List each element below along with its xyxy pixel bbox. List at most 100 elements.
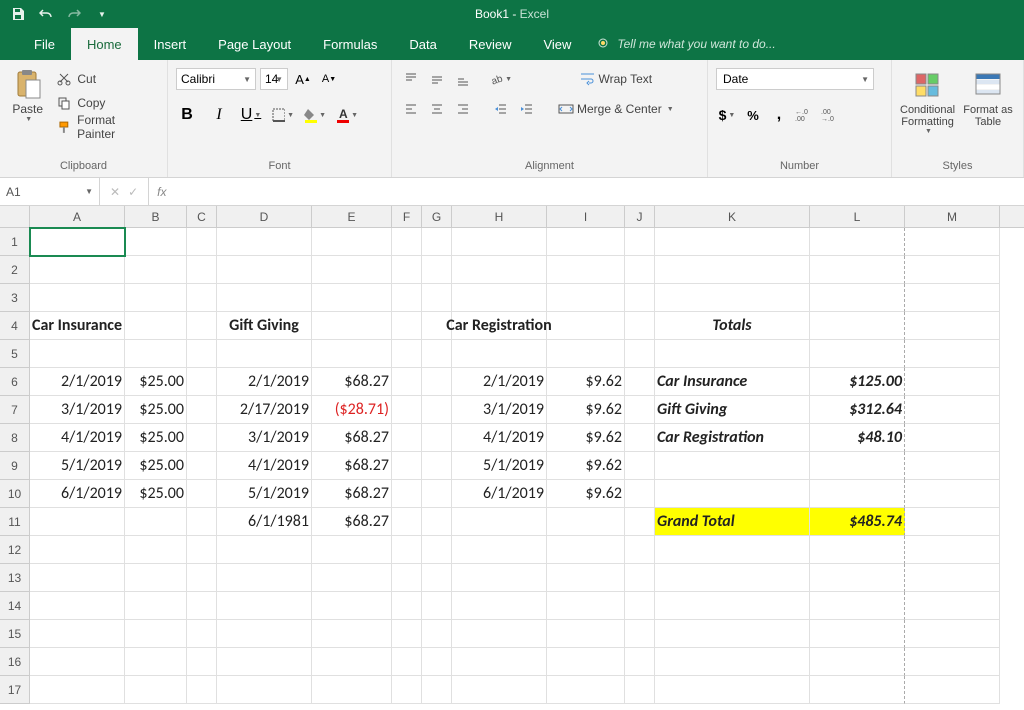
cell-L9[interactable] bbox=[810, 452, 905, 480]
column-header-K[interactable]: K bbox=[655, 206, 810, 227]
cell-F12[interactable] bbox=[392, 536, 422, 564]
column-header-A[interactable]: A bbox=[30, 206, 125, 227]
redo-icon[interactable] bbox=[66, 6, 82, 22]
cell-A5[interactable] bbox=[30, 340, 125, 368]
cell-H8[interactable]: 4/1/2019 bbox=[452, 424, 547, 452]
cell-B4[interactable] bbox=[125, 312, 187, 340]
align-middle-icon[interactable] bbox=[426, 68, 448, 90]
cell-I6[interactable]: $9.62 bbox=[547, 368, 625, 396]
cell-L5[interactable] bbox=[810, 340, 905, 368]
enter-formula-icon[interactable]: ✓ bbox=[128, 185, 138, 199]
cell-B12[interactable] bbox=[125, 536, 187, 564]
cell-H16[interactable] bbox=[452, 648, 547, 676]
cell-K4[interactable]: Totals bbox=[655, 312, 810, 340]
cell-M3[interactable] bbox=[905, 284, 1000, 312]
cell-K12[interactable] bbox=[655, 536, 810, 564]
tab-file[interactable]: File bbox=[18, 28, 71, 60]
cell-M7[interactable] bbox=[905, 396, 1000, 424]
cut-button[interactable]: Cut bbox=[53, 68, 159, 90]
cell-M10[interactable] bbox=[905, 480, 1000, 508]
cell-F8[interactable] bbox=[392, 424, 422, 452]
accounting-button[interactable]: $▼ bbox=[716, 104, 738, 126]
cell-J16[interactable] bbox=[625, 648, 655, 676]
cell-D4[interactable]: Gift Giving bbox=[217, 312, 312, 340]
cell-K6[interactable]: Car Insurance bbox=[655, 368, 810, 396]
cell-I9[interactable]: $9.62 bbox=[547, 452, 625, 480]
cell-I10[interactable]: $9.62 bbox=[547, 480, 625, 508]
number-format-select[interactable]: Date▼ bbox=[716, 68, 874, 90]
cell-E2[interactable] bbox=[312, 256, 392, 284]
cell-A7[interactable]: 3/1/2019 bbox=[30, 396, 125, 424]
cell-C14[interactable] bbox=[187, 592, 217, 620]
cell-B8[interactable]: $25.00 bbox=[125, 424, 187, 452]
cell-B5[interactable] bbox=[125, 340, 187, 368]
cell-J2[interactable] bbox=[625, 256, 655, 284]
row-header-2[interactable]: 2 bbox=[0, 256, 30, 284]
cell-F4[interactable] bbox=[392, 312, 422, 340]
cell-F5[interactable] bbox=[392, 340, 422, 368]
column-header-C[interactable]: C bbox=[187, 206, 217, 227]
cell-G10[interactable] bbox=[422, 480, 452, 508]
cell-J15[interactable] bbox=[625, 620, 655, 648]
cell-E11[interactable]: $68.27 bbox=[312, 508, 392, 536]
cell-C6[interactable] bbox=[187, 368, 217, 396]
cell-I13[interactable] bbox=[547, 564, 625, 592]
cell-K10[interactable] bbox=[655, 480, 810, 508]
cell-F2[interactable] bbox=[392, 256, 422, 284]
cell-H6[interactable]: 2/1/2019 bbox=[452, 368, 547, 396]
cell-D15[interactable] bbox=[217, 620, 312, 648]
border-button[interactable]: ▼ bbox=[272, 104, 294, 126]
cell-K14[interactable] bbox=[655, 592, 810, 620]
row-header-17[interactable]: 17 bbox=[0, 676, 30, 704]
cell-L6[interactable]: $125.00 bbox=[810, 368, 905, 396]
cell-H15[interactable] bbox=[452, 620, 547, 648]
bold-button[interactable]: B bbox=[176, 104, 198, 126]
cell-A3[interactable] bbox=[30, 284, 125, 312]
cell-B2[interactable] bbox=[125, 256, 187, 284]
row-header-16[interactable]: 16 bbox=[0, 648, 30, 676]
cell-H3[interactable] bbox=[452, 284, 547, 312]
cell-E5[interactable] bbox=[312, 340, 392, 368]
qat-dropdown-icon[interactable]: ▼ bbox=[94, 6, 110, 22]
cell-J5[interactable] bbox=[625, 340, 655, 368]
cell-D14[interactable] bbox=[217, 592, 312, 620]
cell-B17[interactable] bbox=[125, 676, 187, 704]
cell-I12[interactable] bbox=[547, 536, 625, 564]
tab-home[interactable]: Home bbox=[71, 28, 138, 60]
cell-L11[interactable]: $485.74 bbox=[810, 508, 905, 536]
cell-L8[interactable]: $48.10 bbox=[810, 424, 905, 452]
row-header-9[interactable]: 9 bbox=[0, 452, 30, 480]
column-header-F[interactable]: F bbox=[392, 206, 422, 227]
cell-A16[interactable] bbox=[30, 648, 125, 676]
cell-L1[interactable] bbox=[810, 228, 905, 256]
decrease-decimal-icon[interactable]: .00→.0 bbox=[820, 104, 842, 126]
cell-A9[interactable]: 5/1/2019 bbox=[30, 452, 125, 480]
cell-A10[interactable]: 6/1/2019 bbox=[30, 480, 125, 508]
cell-A14[interactable] bbox=[30, 592, 125, 620]
tab-page-layout[interactable]: Page Layout bbox=[202, 28, 307, 60]
cell-L15[interactable] bbox=[810, 620, 905, 648]
align-left-icon[interactable] bbox=[400, 98, 422, 120]
cell-D7[interactable]: 2/17/2019 bbox=[217, 396, 312, 424]
row-header-6[interactable]: 6 bbox=[0, 368, 30, 396]
cell-M11[interactable] bbox=[905, 508, 1000, 536]
column-header-L[interactable]: L bbox=[810, 206, 905, 227]
cell-K15[interactable] bbox=[655, 620, 810, 648]
cell-I5[interactable] bbox=[547, 340, 625, 368]
cell-J7[interactable] bbox=[625, 396, 655, 424]
cell-C16[interactable] bbox=[187, 648, 217, 676]
increase-decimal-icon[interactable]: ←.0.00 bbox=[794, 104, 816, 126]
conditional-formatting-button[interactable]: Conditional Formatting▼ bbox=[900, 68, 955, 135]
percent-button[interactable]: % bbox=[742, 104, 764, 126]
cell-C15[interactable] bbox=[187, 620, 217, 648]
cell-C3[interactable] bbox=[187, 284, 217, 312]
cell-L13[interactable] bbox=[810, 564, 905, 592]
cell-L14[interactable] bbox=[810, 592, 905, 620]
cell-C5[interactable] bbox=[187, 340, 217, 368]
cell-G17[interactable] bbox=[422, 676, 452, 704]
cell-H7[interactable]: 3/1/2019 bbox=[452, 396, 547, 424]
cell-G7[interactable] bbox=[422, 396, 452, 424]
cell-G8[interactable] bbox=[422, 424, 452, 452]
cell-J3[interactable] bbox=[625, 284, 655, 312]
column-header-I[interactable]: I bbox=[547, 206, 625, 227]
